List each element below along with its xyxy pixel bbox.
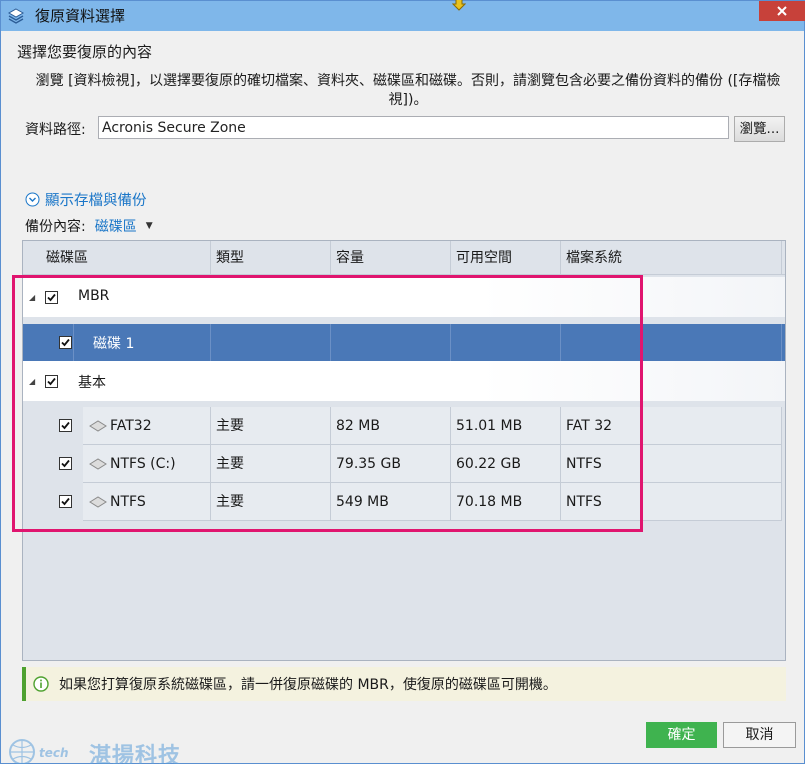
table-row[interactable]: FAT32 主要 82 MB 51.01 MB FAT 32 <box>23 407 785 445</box>
cell-free-space: 70.18 MB <box>451 483 561 521</box>
show-archives-label: 顯示存檔與備份 <box>45 193 147 209</box>
expander-triangle-icon[interactable]: ◢ <box>29 377 35 386</box>
cell-file-system: FAT 32 <box>561 407 782 445</box>
partition-icon <box>89 458 107 470</box>
cancel-button[interactable]: 取消 <box>723 722 796 748</box>
backup-content-label: 備份內容: <box>25 219 86 235</box>
cell-file-system: NTFS <box>561 445 782 483</box>
close-button[interactable] <box>759 1 805 21</box>
partition-icon <box>89 496 107 508</box>
cell-file-system: NTFS <box>561 483 782 521</box>
cell-free-space: 60.22 GB <box>451 445 561 483</box>
grid-header: 磁碟區 類型 容量 可用空間 檔案系統 <box>23 241 785 275</box>
backup-content-row: 備份內容: 磁碟區 ▼ <box>25 216 153 236</box>
title-bar[interactable]: 復原資料選擇 <box>1 0 805 31</box>
arrow-down-icon <box>452 0 466 11</box>
column-header-volume[interactable]: 磁碟區 <box>23 241 211 275</box>
cell-type: 主要 <box>211 407 331 445</box>
group-row-mbr[interactable]: ◢ MBR <box>23 277 785 317</box>
checkbox-basic[interactable] <box>45 375 58 388</box>
group-label: MBR <box>78 288 110 304</box>
table-row-disk-1[interactable]: 磁碟 1 <box>23 324 785 361</box>
ok-button[interactable]: 確定 <box>646 722 717 748</box>
restore-data-window: 復原資料選擇 選擇您要復原的內容 瀏覽 [資料檢視]，以選擇要復原的確切檔案、資… <box>0 0 805 764</box>
group-label: 基本 <box>78 375 106 391</box>
browse-button[interactable]: 瀏覽... <box>734 116 785 142</box>
data-path-input[interactable] <box>98 116 729 139</box>
volume-grid: 磁碟區 類型 容量 可用空間 檔案系統 ◢ MBR 磁碟 1 ◢ 基本 FAT3… <box>22 240 786 661</box>
globe-logo-icon <box>9 739 35 764</box>
column-header-free-space[interactable]: 可用空間 <box>451 241 561 275</box>
column-header-capacity[interactable]: 容量 <box>331 241 451 275</box>
cell-type: 主要 <box>211 445 331 483</box>
expander-triangle-icon[interactable]: ◢ <box>29 293 35 302</box>
close-icon <box>777 6 787 16</box>
layers-icon <box>7 8 25 24</box>
cell-capacity: 82 MB <box>331 407 451 445</box>
checkbox-volume[interactable] <box>59 495 72 508</box>
watermark-small-text: tech <box>39 746 69 760</box>
info-message: 如果您打算復原系統磁碟區，請一併復原磁碟的 MBR，使復原的磁碟區可開機。 <box>59 677 557 693</box>
checkbox-disk-1[interactable] <box>59 336 72 349</box>
backup-content-dropdown[interactable]: 磁碟區 <box>95 216 137 236</box>
cell-capacity: 79.35 GB <box>331 445 451 483</box>
show-archives-toggle[interactable]: 顯示存檔與備份 <box>25 189 147 210</box>
description-text: 瀏覽 [資料檢視]，以選擇要復原的確切檔案、資料夾、磁碟區和磁碟。否則，請瀏覽包… <box>35 73 781 108</box>
table-row[interactable]: NTFS (C:) 主要 79.35 GB 60.22 GB NTFS <box>23 445 785 483</box>
chevron-down-circle-icon <box>25 192 40 207</box>
cell-type: 主要 <box>211 483 331 521</box>
table-row[interactable]: NTFS 主要 549 MB 70.18 MB NTFS <box>23 483 785 521</box>
cell-capacity: 549 MB <box>331 483 451 521</box>
column-header-file-system[interactable]: 檔案系統 <box>561 241 782 275</box>
checkbox-volume[interactable] <box>59 457 72 470</box>
window-title: 復原資料選擇 <box>35 7 126 25</box>
page-heading: 選擇您要復原的內容 <box>17 43 153 61</box>
partition-icon <box>89 420 107 432</box>
data-path-label: 資料路徑: <box>25 122 86 138</box>
info-bar: 如果您打算復原系統磁碟區，請一併復原磁碟的 MBR，使復原的磁碟區可開機。 <box>22 667 786 701</box>
checkbox-mbr[interactable] <box>45 291 58 304</box>
watermark-logo: tech 湛揚科技 <box>5 736 205 764</box>
info-icon <box>33 676 49 692</box>
checkbox-volume[interactable] <box>59 419 72 432</box>
group-row-basic[interactable]: ◢ 基本 <box>23 361 785 401</box>
disk-name: 磁碟 1 <box>93 336 135 352</box>
column-header-type[interactable]: 類型 <box>211 241 331 275</box>
cell-free-space: 51.01 MB <box>451 407 561 445</box>
watermark-text: 湛揚科技 <box>89 744 182 764</box>
caret-down-icon[interactable]: ▼ <box>146 221 153 231</box>
